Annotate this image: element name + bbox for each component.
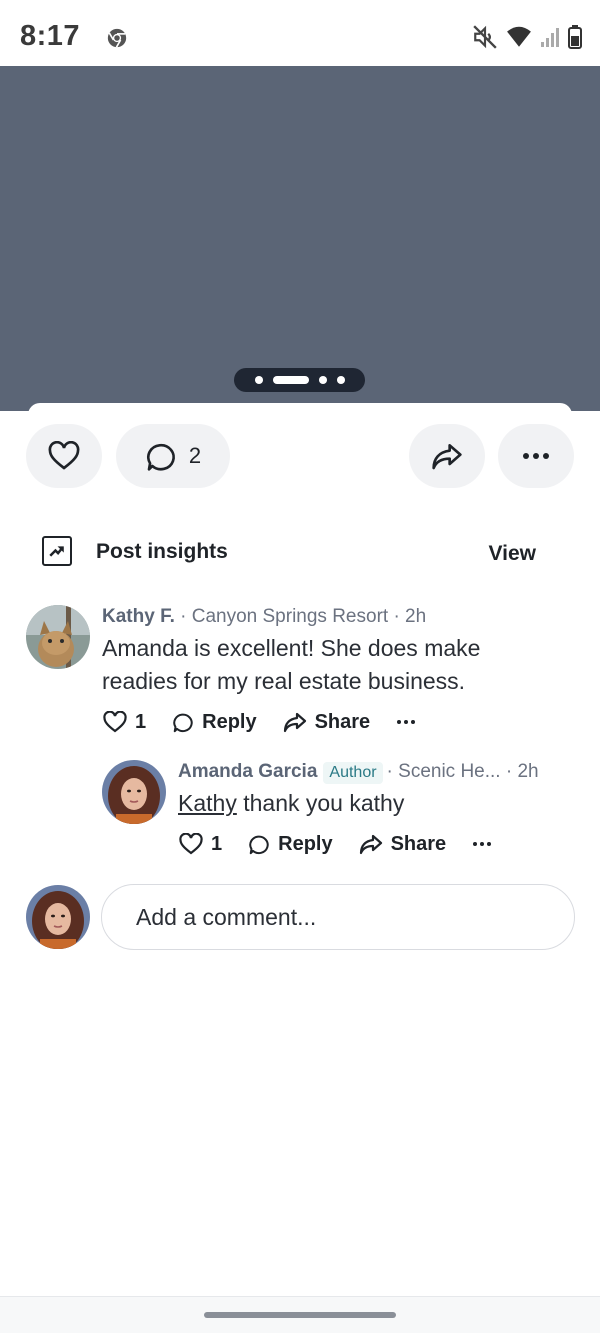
battery-icon: [568, 25, 582, 49]
share-arrow-icon: [359, 834, 382, 855]
comment-more-button[interactable]: [396, 719, 416, 725]
reply-author[interactable]: Amanda Garcia: [178, 761, 317, 782]
mute-icon: [473, 25, 497, 49]
view-insights-link[interactable]: View: [489, 542, 536, 566]
avatar[interactable]: [102, 760, 166, 824]
carousel-dot-active: [272, 376, 309, 384]
comment-bubble-icon: [173, 713, 193, 733]
heart-icon: [48, 441, 80, 470]
share-arrow-icon: [283, 712, 306, 733]
reply-actions: 1 Reply Share: [179, 829, 492, 859]
comment-button[interactable]: 2: [116, 424, 230, 488]
more-options-button[interactable]: [498, 424, 574, 488]
comment-count: 2: [188, 443, 202, 468]
reply-button[interactable]: Reply: [172, 710, 257, 734]
reply-share-button[interactable]: Share: [359, 832, 447, 856]
reply-byline: · Scenic He... · 2h: [386, 761, 539, 782]
signal-icon: [541, 28, 559, 47]
insights-label: Post insights: [96, 540, 228, 563]
post-media[interactable]: [0, 66, 600, 411]
sheet-edge: [28, 403, 572, 415]
reply-text: Kathy thank you kathy: [178, 787, 558, 820]
post-insights-row[interactable]: Post insights View: [42, 532, 542, 572]
heart-icon: [179, 833, 203, 855]
comment-share-button[interactable]: Share: [283, 710, 371, 734]
carousel-dot: [318, 376, 327, 384]
reply-more-button[interactable]: [472, 841, 492, 847]
more-dots-icon: [523, 453, 549, 459]
reply-meta: Amanda Garcia Author · Scenic He... · 2h: [178, 761, 539, 784]
current-user-avatar: [26, 885, 90, 949]
status-time: 8:17: [20, 20, 81, 52]
more-dots-icon: [397, 720, 416, 724]
comment-text: Amanda is excellent! She does make readi…: [102, 635, 481, 694]
chrome-icon: [107, 28, 127, 48]
comment-bubble-icon: [249, 835, 269, 855]
reply-reply-button[interactable]: Reply: [248, 832, 333, 856]
reply-like-button[interactable]: 1: [179, 833, 222, 856]
home-indicator[interactable]: [204, 1312, 396, 1318]
comment-author[interactable]: Kathy F.: [102, 606, 175, 627]
trending-up-icon: [42, 536, 72, 566]
status-bar: 8:17: [0, 0, 600, 66]
comment-meta: Kathy F. · Canyon Springs Resort · 2h: [102, 606, 426, 628]
share-button[interactable]: [409, 424, 485, 488]
comment-byline: · Canyon Springs Resort · 2h: [174, 606, 427, 627]
mention-link[interactable]: Kathy: [178, 790, 237, 816]
comment-bubble-icon: [146, 443, 175, 471]
like-count: 1: [211, 832, 223, 855]
author-badge: Author: [323, 762, 383, 784]
reply-body: thank you kathy: [236, 790, 405, 816]
comment-like-button[interactable]: 1: [103, 711, 146, 734]
reply-label: Reply: [278, 832, 333, 855]
carousel-indicator[interactable]: [234, 368, 365, 392]
share-arrow-icon: [432, 444, 462, 470]
like-button[interactable]: [26, 424, 102, 488]
comment-actions: 1 Reply Share: [103, 707, 416, 737]
carousel-dot: [336, 376, 345, 384]
reply-label: Reply: [202, 710, 257, 733]
share-label: Share: [390, 832, 447, 855]
more-dots-icon: [473, 842, 492, 846]
avatar[interactable]: [26, 605, 90, 669]
carousel-dot: [254, 376, 263, 384]
wifi-icon: [507, 26, 531, 47]
share-label: Share: [314, 710, 371, 733]
heart-icon: [103, 711, 127, 733]
add-comment-input[interactable]: Add a comment...: [101, 884, 575, 950]
like-count: 1: [135, 710, 147, 733]
